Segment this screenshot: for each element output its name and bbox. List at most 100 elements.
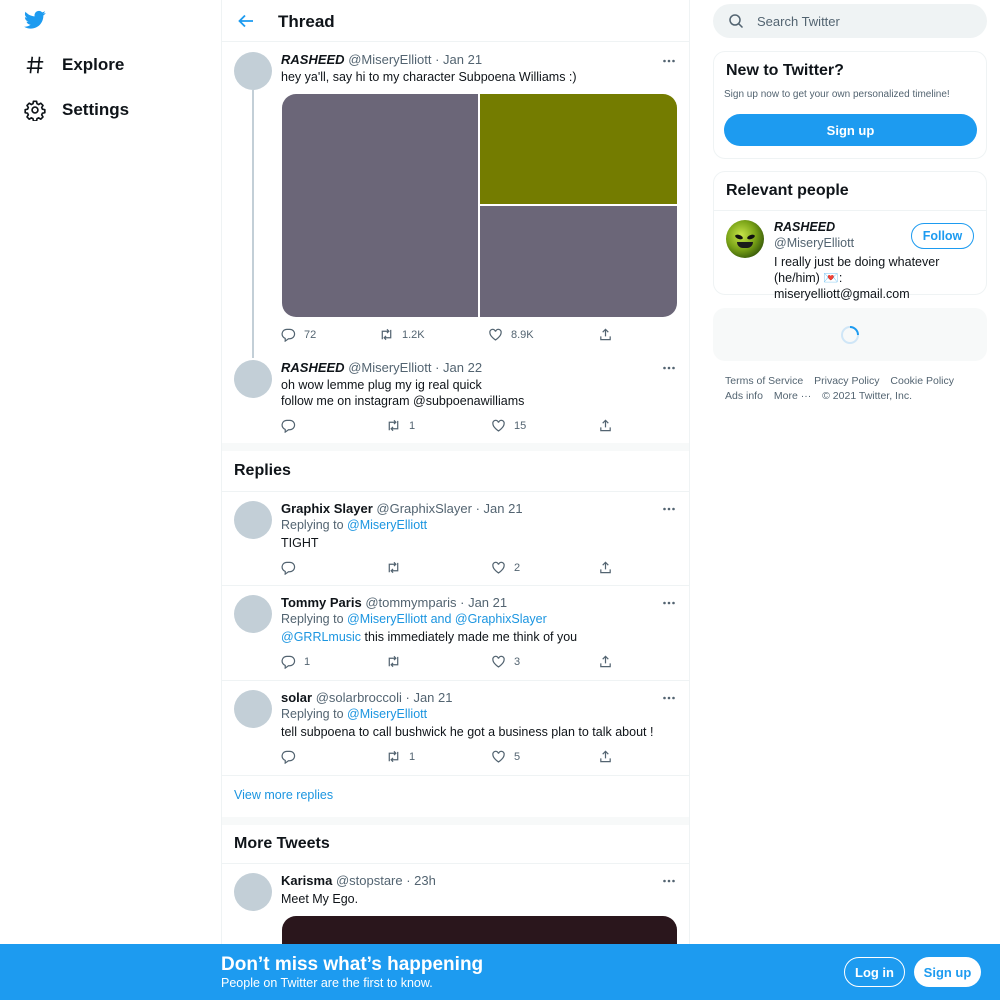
heart-icon (491, 418, 506, 433)
avatar[interactable] (234, 52, 272, 90)
share-button[interactable] (598, 654, 613, 669)
mention-link[interactable]: @GRRLmusic (281, 630, 361, 644)
thread-tweet[interactable]: RASHEED @MiseryElliott · Jan 21 hey ya'l… (222, 42, 689, 352)
tweet-media-grid[interactable] (282, 94, 677, 317)
replies-heading: Replies (234, 462, 291, 479)
author-handle[interactable]: @MiseryElliott (348, 360, 431, 375)
like-button[interactable]: 8.9K (488, 327, 534, 342)
nav-settings[interactable]: Settings (24, 99, 129, 121)
author-name[interactable]: Graphix Slayer (281, 501, 373, 516)
tweet-text: @GRRLmusic this immediately made me thin… (281, 629, 577, 645)
share-button[interactable] (598, 327, 613, 342)
avatar[interactable] (234, 873, 272, 911)
like-button[interactable]: 15 (491, 418, 526, 433)
retweet-button[interactable]: 1 (386, 749, 415, 764)
reply-button[interactable]: 1 (281, 654, 310, 669)
person-handle[interactable]: @MiseryElliott (774, 236, 854, 250)
retweet-icon (386, 654, 401, 669)
tweet-date[interactable]: · Jan 21 (406, 690, 453, 705)
author-handle[interactable]: @MiseryElliott (348, 52, 431, 67)
more-options-icon[interactable] (662, 691, 676, 705)
share-icon (598, 327, 613, 342)
share-button[interactable] (598, 749, 613, 764)
author-name[interactable]: RASHEED (281, 360, 345, 375)
terms-link[interactable]: Terms of Service (725, 375, 803, 387)
twitter-logo-icon[interactable] (24, 10, 46, 30)
sidebar-sign-up-button[interactable]: Sign up (724, 114, 977, 146)
reply-tweet[interactable]: Graphix Slayer @GraphixSlayer · Jan 21 R… (222, 491, 689, 585)
share-button[interactable] (598, 560, 613, 575)
nav-explore[interactable]: Explore (24, 54, 124, 76)
like-button[interactable]: 3 (491, 654, 520, 669)
main-column: Thread RASHEED @MiseryElliott · Jan 21 h… (221, 0, 690, 1000)
more-options-icon[interactable] (662, 596, 676, 610)
like-button[interactable]: 2 (491, 560, 520, 575)
log-in-button[interactable]: Log in (844, 957, 905, 987)
reply-tweet[interactable]: solar @solarbroccoli · Jan 21 Replying t… (222, 680, 689, 775)
replying-to: Replying to @MiseryElliott and @GraphixS… (281, 612, 547, 626)
avatar[interactable] (234, 501, 272, 539)
search-bar[interactable] (713, 4, 987, 38)
like-count: 15 (514, 419, 527, 432)
thread-tweet[interactable]: RASHEED @MiseryElliott · Jan 22 oh wow l… (222, 352, 689, 442)
retweet-button[interactable] (386, 560, 409, 575)
author-name[interactable]: Karisma (281, 873, 332, 888)
author-name[interactable]: solar (281, 690, 312, 705)
reply-button[interactable] (281, 749, 304, 764)
reply-tweet[interactable]: Tommy Paris @tommymparis · Jan 21 Replyi… (222, 585, 689, 680)
reply-button[interactable]: 72 (281, 327, 316, 342)
more-options-icon[interactable] (662, 54, 676, 68)
avatar[interactable] (234, 595, 272, 633)
ads-info-link[interactable]: Ads info (725, 390, 763, 402)
author-handle[interactable]: @GraphixSlayer (376, 501, 472, 516)
share-button[interactable] (598, 418, 613, 433)
tweet-date[interactable]: · Jan 21 (476, 501, 523, 516)
author-name[interactable]: Tommy Paris (281, 595, 362, 610)
privacy-link[interactable]: Privacy Policy (814, 375, 879, 387)
reply-button[interactable] (281, 560, 304, 575)
replying-to-link[interactable]: @MiseryElliott and @GraphixSlayer (347, 612, 547, 626)
media-image[interactable] (282, 94, 478, 317)
more-options-icon[interactable] (662, 874, 676, 888)
back-arrow-icon[interactable] (236, 11, 256, 31)
new-to-twitter-card: New to Twitter? Sign up now to get your … (713, 51, 987, 159)
follow-button[interactable]: Follow (911, 223, 974, 249)
tweet-date[interactable]: · Jan 22 (435, 360, 482, 375)
replying-to-link[interactable]: @MiseryElliott (347, 707, 427, 721)
tweet-actions: 1 5 (281, 749, 611, 765)
avatar[interactable] (234, 360, 272, 398)
media-image[interactable] (480, 206, 677, 317)
author-handle[interactable]: @tommymparis (365, 595, 456, 610)
search-input[interactable] (757, 12, 967, 30)
like-button[interactable]: 5 (491, 749, 520, 764)
tweet-text: Meet My Ego. (281, 892, 359, 906)
avatar[interactable] (234, 690, 272, 728)
more-options-icon[interactable] (662, 361, 676, 375)
media-image[interactable] (480, 94, 677, 204)
banner-sign-up-button[interactable]: Sign up (914, 957, 981, 987)
tweet-date[interactable]: · Jan 21 (435, 52, 482, 67)
retweet-button[interactable] (386, 654, 409, 669)
view-more-replies-link[interactable]: View more replies (234, 788, 333, 802)
author-name[interactable]: RASHEED (281, 52, 345, 67)
replying-to-link[interactable]: @MiseryElliott (347, 518, 427, 532)
reply-button[interactable] (281, 418, 304, 433)
retweet-button[interactable]: 1 (386, 418, 415, 433)
avatar[interactable] (726, 220, 764, 258)
person-bio: I really just be doing whatever (he/him)… (774, 255, 940, 301)
person-name[interactable]: RASHEED (774, 220, 835, 234)
avatar-eye (734, 233, 744, 241)
cookie-link[interactable]: Cookie Policy (890, 375, 954, 387)
author-handle[interactable]: @stopstare (336, 873, 403, 888)
more-link[interactable]: More ··· (774, 390, 811, 402)
tweet-actions: 1 15 (281, 418, 611, 434)
gear-icon (24, 99, 46, 121)
heart-icon (491, 560, 506, 575)
tweet-date[interactable]: · 23h (406, 873, 436, 888)
retweet-button[interactable]: 1.2K (379, 327, 425, 342)
more-options-icon[interactable] (662, 502, 676, 516)
author-handle[interactable]: @solarbroccoli (316, 690, 402, 705)
divider (714, 210, 986, 211)
tweet-actions: 72 1.2K 8.9K (281, 327, 611, 343)
tweet-date[interactable]: · Jan 21 (460, 595, 507, 610)
